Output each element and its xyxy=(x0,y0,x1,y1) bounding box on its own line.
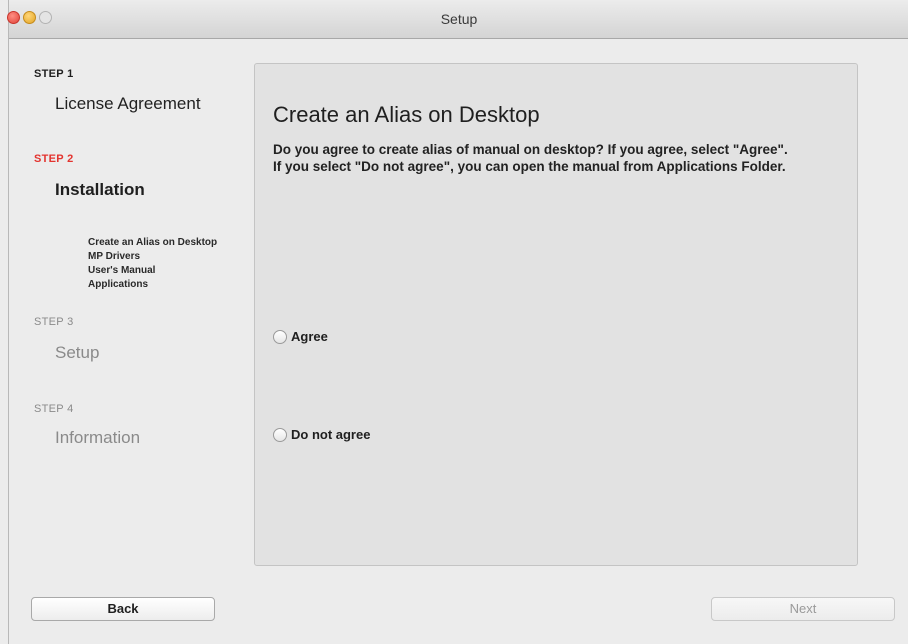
page-title: Create an Alias on Desktop xyxy=(273,102,540,127)
agree-label[interactable]: Agree xyxy=(291,329,328,344)
do-not-agree-label[interactable]: Do not agree xyxy=(291,427,370,442)
step-2-title: Installation xyxy=(55,180,145,199)
substep-item: User's Manual xyxy=(88,265,156,276)
step-3-label: STEP 3 xyxy=(34,316,74,328)
do-not-agree-radio[interactable] xyxy=(273,427,287,442)
content-panel: Create an Alias on Desktop Do you agree … xyxy=(254,63,858,566)
setup-window: Setup STEP 1 License Agreement STEP 2 In… xyxy=(7,0,908,644)
page-description: Do you agree to create alias of manual o… xyxy=(273,142,788,174)
next-button[interactable]: Next xyxy=(711,597,895,621)
step-4-label: STEP 4 xyxy=(34,403,74,415)
step-2-label: STEP 2 xyxy=(34,153,74,165)
substep-item: Applications xyxy=(88,279,149,290)
step-1-label: STEP 1 xyxy=(34,68,74,80)
title-bar: Setup xyxy=(7,0,908,39)
installation-substeps: Create an Alias on Desktop MP Drivers Us… xyxy=(88,236,217,292)
step-1-title: License Agreement xyxy=(55,94,201,113)
agree-option[interactable]: Agree xyxy=(273,329,328,344)
agree-radio[interactable] xyxy=(273,329,287,344)
step-3-title: Setup xyxy=(55,343,100,362)
back-button[interactable]: Back xyxy=(31,597,215,621)
do-not-agree-option[interactable]: Do not agree xyxy=(273,427,370,442)
step-4-title: Information xyxy=(55,428,141,447)
window-title: Setup xyxy=(440,11,478,27)
substep-item: Create an Alias on Desktop xyxy=(88,237,218,248)
substep-item: MP Drivers xyxy=(88,251,141,262)
